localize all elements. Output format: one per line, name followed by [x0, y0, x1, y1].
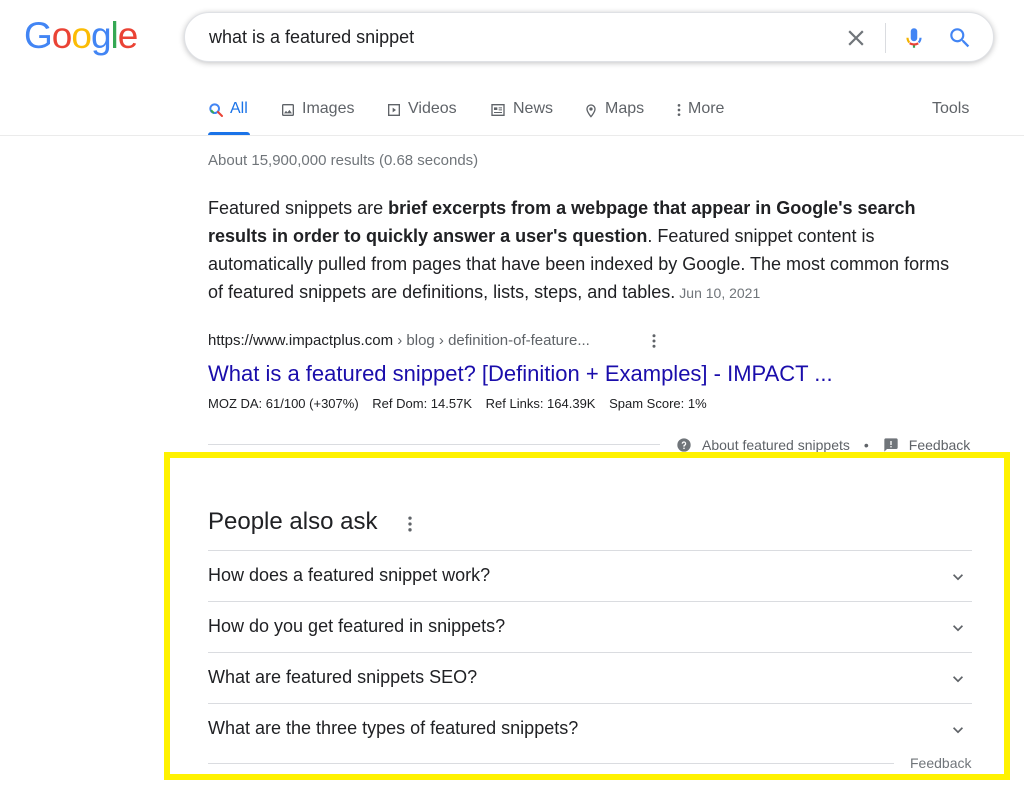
search-box[interactable]: what is a featured snippet [184, 12, 994, 62]
tab-more[interactable]: More [676, 100, 724, 136]
metric-moz-da: MOZ DA: 61/100 (+307%) [208, 396, 359, 411]
snippet-date: Jun 10, 2021 [679, 285, 761, 301]
tab-all[interactable]: All [208, 100, 250, 136]
microphone-icon [906, 28, 922, 48]
more-vert-icon [652, 334, 656, 348]
snippet-footer: About featured snippets • Feedback [676, 437, 970, 453]
tab-news[interactable]: News [489, 100, 553, 136]
paa-question-text: How does a featured snippet work? [208, 565, 491, 585]
google-logo[interactable]: Google [24, 15, 139, 57]
paa-question[interactable]: How do you get featured in snippets? [208, 601, 972, 652]
tab-label: All [230, 100, 248, 117]
paa-divider [208, 763, 894, 764]
clear-button[interactable] [843, 25, 869, 51]
video-icon [388, 104, 400, 116]
chevron-down-icon [953, 727, 963, 734]
more-vert-icon [677, 104, 681, 116]
paa-question-text: What are the three types of featured sni… [208, 718, 579, 738]
tab-images[interactable]: Images [280, 100, 354, 136]
chevron-down-icon [953, 625, 963, 632]
people-also-ask-menu-button[interactable] [402, 514, 418, 534]
search-button[interactable] [947, 25, 973, 51]
tab-label: More [688, 100, 725, 117]
tab-label: Maps [605, 100, 645, 117]
separator-dot: • [863, 437, 869, 453]
logo-letter: G [24, 15, 53, 56]
search-icon [209, 103, 223, 117]
paa-question[interactable]: How does a featured snippet work? [208, 550, 972, 601]
map-pin-icon [586, 104, 596, 118]
tab-label: Videos [408, 100, 457, 117]
search-input[interactable]: what is a featured snippet [209, 27, 414, 48]
people-also-ask-title: People also ask [208, 508, 378, 535]
image-icon [282, 104, 294, 116]
logo-letter: e [117, 15, 139, 56]
about-featured-snippets-link[interactable]: About featured snippets [702, 437, 850, 453]
chevron-down-icon [953, 676, 963, 683]
tab-videos[interactable]: Videos [386, 100, 457, 136]
header-divider [0, 135, 1024, 136]
result-url[interactable]: https://www.impactplus.com › blog › defi… [208, 332, 590, 349]
metric-ref-links: Ref Links: 164.39K [485, 396, 596, 411]
people-also-ask-list: How does a featured snippet work? How do… [208, 550, 972, 754]
paa-question[interactable]: What are the three types of featured sni… [208, 703, 972, 754]
paa-feedback-link[interactable]: Feedback [910, 755, 971, 771]
result-title-link[interactable]: What is a featured snippet? [Definition … [208, 361, 833, 387]
metric-ref-dom: Ref Dom: 14.57K [372, 396, 472, 411]
logo-letter: l [110, 15, 119, 56]
snippet-feedback-link[interactable]: Feedback [909, 437, 970, 453]
metric-spam-score: Spam Score: 1% [609, 396, 707, 411]
paa-question[interactable]: What are featured snippets SEO? [208, 652, 972, 703]
more-vert-icon [408, 516, 412, 532]
logo-letter: o [71, 15, 92, 56]
result-menu-button[interactable] [646, 332, 662, 350]
paa-question-text: What are featured snippets SEO? [208, 667, 478, 687]
help-icon [677, 438, 691, 452]
news-icon [491, 104, 505, 116]
search-icon [950, 28, 970, 48]
snippet-text-start: Featured snippets are [208, 198, 389, 218]
logo-letter: o [51, 15, 73, 56]
tab-label: News [513, 100, 554, 117]
result-breadcrumbs: › blog › definition-of-feature... [393, 332, 590, 349]
result-domain: https://www.impactplus.com [208, 332, 394, 349]
chevron-down-icon [953, 574, 963, 581]
logo-letter: g [90, 15, 112, 56]
tools-button[interactable]: Tools [932, 100, 969, 118]
tab-maps[interactable]: Maps [583, 100, 644, 136]
paa-question-text: How do you get featured in snippets? [208, 616, 506, 636]
result-stats: About 15,900,000 results (0.68 seconds) [208, 152, 479, 169]
featured-snippet-text: Featured snippets are brief excerpts fro… [208, 194, 963, 307]
search-box-divider [885, 23, 886, 53]
feedback-icon [884, 438, 898, 452]
seo-metrics-bar: MOZ DA: 61/100 (+307%) Ref Dom: 14.57K R… [208, 396, 717, 411]
tab-label: Images [302, 100, 355, 117]
snippet-divider [208, 444, 660, 445]
voice-search-button[interactable] [901, 24, 927, 52]
close-icon [848, 30, 864, 46]
